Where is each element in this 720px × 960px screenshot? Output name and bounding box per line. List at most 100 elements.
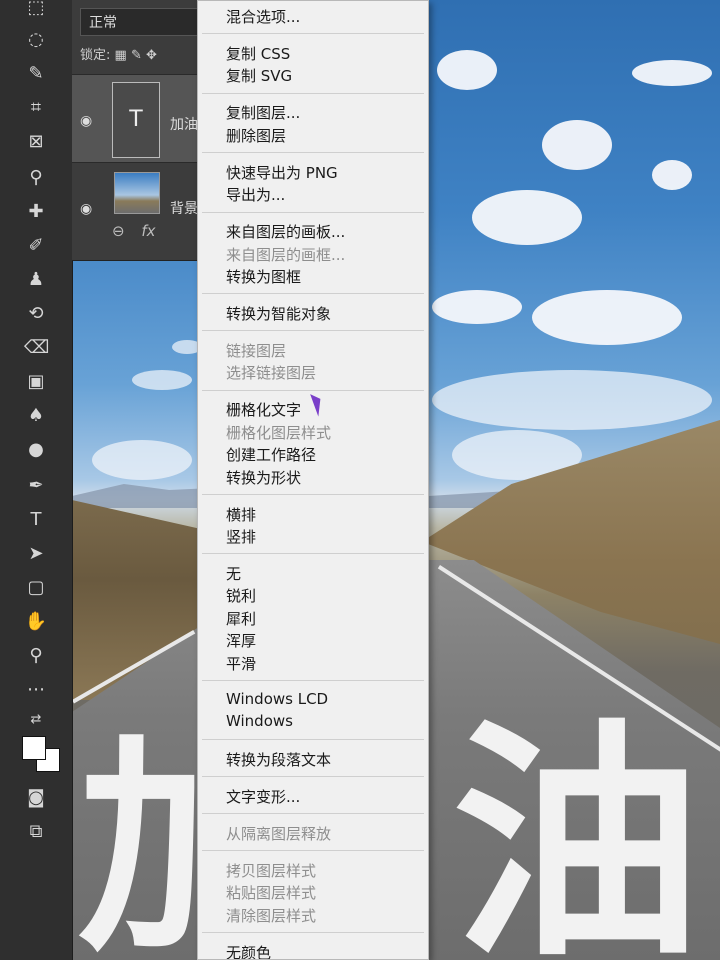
menu-separator — [202, 33, 424, 35]
menu-separator — [202, 330, 424, 332]
menu-item[interactable]: 犀利 — [226, 608, 256, 629]
menu-separator — [202, 389, 424, 391]
menu-item: 选择链接图层 — [226, 364, 317, 383]
pen-icon[interactable]: ✒ — [24, 474, 48, 498]
tools-panel: ⬚ ◌ ✎ ⌗ ⊠ ⚲ ✚ ✐ ♟ ⟲ ⌫ ▣ ♠ ● ✒ T ➤ ▢ ✋ ⚲ … — [0, 0, 73, 960]
menu-separator — [202, 932, 424, 934]
history-brush-icon[interactable]: ⟲ — [24, 302, 48, 326]
frame-icon[interactable]: ⊠ — [24, 130, 48, 154]
panel-footer: ⊖ fx — [112, 222, 156, 240]
cloud — [432, 370, 712, 430]
lock-brush-icon[interactable]: ✎ — [131, 48, 142, 63]
background-layer-thumbnail[interactable] — [114, 172, 160, 214]
eye-icon[interactable]: ◉ — [80, 113, 100, 129]
cloud — [652, 160, 692, 190]
menu-separator — [202, 211, 424, 213]
zoom-icon[interactable]: ⚲ — [24, 644, 48, 668]
lock-move-icon[interactable]: ✥ — [146, 48, 157, 63]
text-layer-thumbnail[interactable]: T — [112, 82, 160, 158]
menu-item[interactable]: 栅格化文字 — [226, 399, 301, 420]
lock-label: 锁定: — [80, 48, 111, 63]
brush-icon[interactable]: ✐ — [24, 234, 48, 258]
menu-item[interactable]: 快速导出为 PNG — [226, 162, 338, 183]
cloud — [632, 60, 712, 86]
cloud — [437, 50, 497, 90]
healing-icon[interactable]: ✚ — [24, 200, 48, 224]
blur-icon[interactable]: ♠ — [24, 404, 48, 428]
menu-item[interactable]: 锐利 — [226, 585, 256, 606]
rectangle-icon[interactable]: ▢ — [24, 576, 48, 600]
foreground-color-swatch[interactable] — [22, 736, 46, 760]
menu-item: 从隔离图层释放 — [226, 825, 332, 843]
menu-item[interactable]: 无 — [226, 563, 241, 584]
menu-item[interactable]: 导出为... — [226, 184, 285, 205]
quick-select-icon[interactable]: ✎ — [24, 62, 48, 86]
menu-separator — [202, 293, 424, 295]
cloud — [432, 290, 522, 324]
menu-item[interactable]: 浑厚 — [226, 630, 256, 651]
crop-icon[interactable]: ⌗ — [24, 96, 48, 120]
menu-separator — [202, 739, 424, 741]
menu-item[interactable]: 竖排 — [226, 526, 256, 547]
eye-icon[interactable]: ◉ — [80, 201, 100, 217]
menu-separator — [202, 776, 424, 778]
layer-context-menu: 混合选项... 复制 CSS 复制 SVG 复制图层... 删除图层快速导出为 PNG 导… — [197, 0, 429, 960]
cloud — [472, 190, 582, 245]
menu-item[interactable]: Windows LCD — [226, 690, 328, 708]
cloud — [532, 290, 682, 345]
menu-item: 拷贝图层样式 — [226, 862, 317, 880]
blend-mode-select[interactable]: 正常 — [80, 8, 200, 36]
menu-item[interactable]: 转换为智能对象 — [226, 303, 331, 324]
layer-name-background[interactable]: 背景 — [170, 198, 200, 218]
path-select-icon[interactable]: ➤ — [24, 542, 48, 566]
canvas-text-you[interactable]: 油 — [452, 720, 702, 960]
menu-item: 链接图层 — [226, 342, 287, 360]
layers-panel: 正常 锁定: ▦ ✎ ✥ ◉ T 加油 ◉ 背景 ⊖ fx — [72, 0, 201, 261]
menu-separator — [202, 494, 424, 495]
menu-item: 来自图层的画框... — [226, 245, 346, 264]
type-icon[interactable]: T — [24, 508, 48, 532]
more-icon[interactable]: ⋯ — [24, 678, 48, 702]
lock-transparent-icon[interactable]: ▦ — [115, 48, 127, 63]
menu-item[interactable]: 混合选项... — [226, 6, 300, 27]
link-icon[interactable]: ⊖ — [112, 222, 125, 240]
menu-item[interactable]: 转换为图框 — [226, 266, 301, 287]
layer-name-text[interactable]: 加油 — [170, 114, 200, 134]
eyedropper-icon[interactable]: ⚲ — [24, 166, 48, 190]
lasso-icon[interactable]: ◌ — [24, 28, 48, 52]
menu-item: 栅格化图层样式 — [226, 423, 332, 442]
menu-separator — [202, 680, 424, 681]
fx-icon[interactable]: fx — [141, 222, 155, 240]
stamp-icon[interactable]: ♟ — [24, 268, 48, 292]
menu-item[interactable]: Windows — [226, 712, 293, 730]
menu-separator — [202, 152, 424, 154]
menu-item[interactable]: 复制 SVG — [226, 65, 292, 86]
menu-separator — [202, 553, 424, 555]
menu-item[interactable]: 创建工作路径 — [226, 444, 316, 465]
cloud — [92, 440, 192, 480]
menu-item: 清除图层样式 — [226, 906, 317, 925]
menu-item[interactable]: 复制图层... — [226, 102, 300, 123]
swap-colors-icon[interactable]: ⇄ — [24, 708, 48, 732]
eraser-icon[interactable]: ⌫ — [24, 336, 49, 360]
screen-mode-icon[interactable]: ⧉ — [24, 820, 48, 844]
gradient-icon[interactable]: ▣ — [24, 370, 48, 394]
menu-item[interactable]: 来自图层的画板... — [226, 221, 345, 242]
hand-icon[interactable]: ✋ — [24, 610, 48, 634]
cloud — [542, 120, 612, 170]
menu-item[interactable]: 复制 CSS — [226, 43, 290, 64]
menu-item[interactable]: 无颜色 — [226, 942, 271, 959]
menu-item: 粘贴图层样式 — [226, 884, 317, 903]
lock-row: 锁定: ▦ ✎ ✥ — [80, 44, 157, 63]
quick-mask-icon[interactable]: ◙ — [24, 786, 48, 810]
dodge-icon[interactable]: ● — [24, 438, 48, 462]
menu-separator — [202, 850, 424, 852]
menu-item[interactable]: 转换为形状 — [226, 467, 301, 488]
marquee-icon[interactable]: ⬚ — [24, 0, 48, 20]
menu-item[interactable]: 删除图层 — [226, 125, 286, 146]
menu-item[interactable]: 转换为段落文本 — [226, 749, 331, 770]
menu-item[interactable]: 文字变形... — [226, 786, 300, 807]
menu-item[interactable]: 横排 — [226, 504, 256, 525]
menu-separator — [202, 813, 424, 815]
menu-item[interactable]: 平滑 — [226, 653, 256, 674]
